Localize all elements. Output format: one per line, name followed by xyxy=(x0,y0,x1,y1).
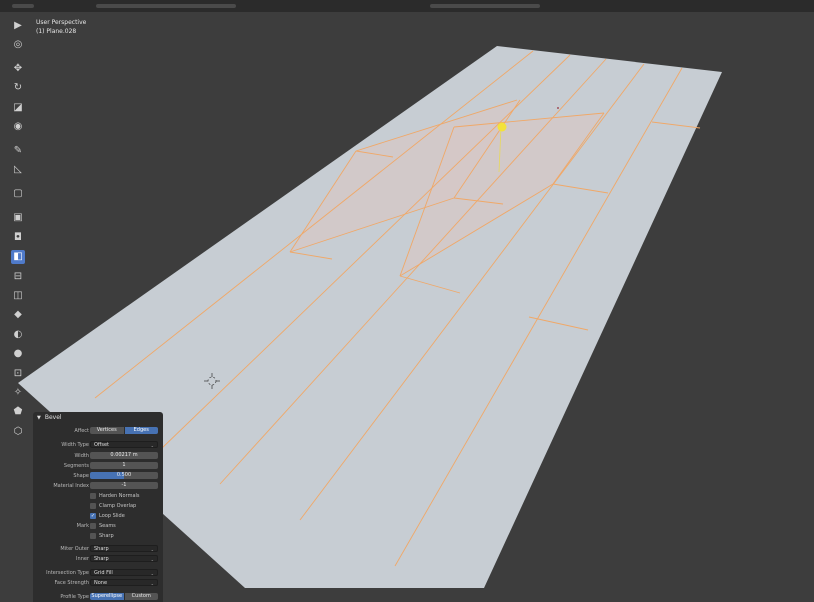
mark-sharp-checkbox[interactable]: Sharp xyxy=(90,532,114,539)
edge-slide-icon[interactable]: ⊡ xyxy=(11,366,25,380)
material-index-label: Material Index xyxy=(53,483,89,489)
chevron-down-icon: ⌄ xyxy=(150,571,154,576)
width-field[interactable]: 0.00217 m xyxy=(90,452,158,459)
width-label: Width xyxy=(74,453,89,459)
select-box-icon[interactable]: ▶ xyxy=(11,18,25,32)
width-type-dropdown[interactable]: Offset ⌄ xyxy=(90,441,158,448)
view-perspective-label: User Perspective xyxy=(36,19,87,26)
face-strength-label: Face Strength xyxy=(54,580,89,586)
panel-title: Bevel xyxy=(44,414,62,421)
origin-dot xyxy=(557,107,559,109)
tool-shelf: ▶ ◎ ✥ ↻ ◪ ◉ ✎ ◺ ▢ ▣ ◘ ◧ ⊟ ◫ ◆ ◐ ● ⊡ ✧ ⬟ … xyxy=(9,18,27,444)
loop-slide-checkbox[interactable]: ✓ Loop Slide xyxy=(90,512,125,519)
material-index-field[interactable]: -1 xyxy=(90,482,158,489)
rotate-icon[interactable]: ↻ xyxy=(11,81,25,95)
chevron-down-icon: ⌄ xyxy=(150,547,154,552)
extrude-region-icon[interactable]: ▣ xyxy=(11,211,25,225)
shrink-fatten-icon[interactable]: ✧ xyxy=(11,385,25,399)
chevron-down-icon: ⌄ xyxy=(150,581,154,586)
mark-seams-checkbox[interactable]: Seams xyxy=(90,522,116,529)
add-cube-icon[interactable]: ▢ xyxy=(11,187,25,201)
transform-icon[interactable]: ◉ xyxy=(11,120,25,134)
clamp-overlap-checkbox[interactable]: Clamp Overlap xyxy=(90,502,136,509)
panel-header[interactable]: ▼ Bevel xyxy=(33,412,163,423)
inset-faces-icon[interactable]: ◘ xyxy=(11,230,25,244)
harden-normals-checkbox[interactable]: Harden Normals xyxy=(90,492,140,499)
cursor-icon[interactable]: ◎ xyxy=(11,37,25,51)
chevron-down-icon: ⌄ xyxy=(150,443,154,448)
shape-label: Shape xyxy=(73,473,89,479)
poly-build-icon[interactable]: ◆ xyxy=(11,308,25,322)
inner-miter-dropdown[interactable]: Sharp ⌄ xyxy=(90,555,158,562)
width-type-label: Width Type xyxy=(61,442,89,448)
miter-outer-dropdown[interactable]: Sharp ⌄ xyxy=(90,545,158,552)
intersection-type-label: Intersection Type xyxy=(46,570,89,576)
collapse-chevron-icon[interactable]: ▼ xyxy=(37,415,41,421)
affect-label: Affect xyxy=(74,428,89,434)
inner-label: Inner xyxy=(76,556,89,562)
mark-label: Mark xyxy=(76,523,89,529)
shape-slider[interactable]: 0.500 xyxy=(90,472,158,479)
profile-type-label: Profile Type xyxy=(60,594,89,600)
profile-superellipse-button[interactable]: Superellipse xyxy=(90,593,124,600)
profile-type-toggle[interactable]: Superellipse Custom xyxy=(90,593,158,600)
affect-toggle[interactable]: Vertices Edges xyxy=(90,427,158,434)
bevel-operator-panel[interactable]: ▼ Bevel Affect Vertices Edges Width Type… xyxy=(33,412,163,602)
affect-vertices-button[interactable]: Vertices xyxy=(90,427,124,434)
active-object-label: (1) Plane.028 xyxy=(36,28,77,35)
profile-custom-button[interactable]: Custom xyxy=(124,593,158,600)
move-icon[interactable]: ✥ xyxy=(11,61,25,75)
intersection-type-dropdown[interactable]: Grid Fill ⌄ xyxy=(90,569,158,576)
annotate-icon[interactable]: ✎ xyxy=(11,144,25,158)
segments-field[interactable]: 1 xyxy=(90,462,158,469)
face-strength-dropdown[interactable]: None ⌄ xyxy=(90,579,158,586)
chevron-down-icon: ⌄ xyxy=(150,557,154,562)
light-gizmo[interactable] xyxy=(497,122,507,132)
affect-edges-button[interactable]: Edges xyxy=(124,427,158,434)
checkmark-icon: ✓ xyxy=(90,512,96,519)
rip-region-icon[interactable]: ⬡ xyxy=(11,424,25,438)
measure-icon[interactable]: ◺ xyxy=(11,163,25,177)
shear-icon[interactable]: ⬟ xyxy=(11,405,25,419)
knife-icon[interactable]: ◫ xyxy=(11,289,25,303)
spin-icon[interactable]: ◐ xyxy=(11,327,25,341)
scale-icon[interactable]: ◪ xyxy=(11,100,25,114)
viewport-info: User Perspective (1) Plane.028 xyxy=(36,18,86,36)
loop-cut-icon[interactable]: ⊟ xyxy=(11,269,25,283)
bevel-icon[interactable]: ◧ xyxy=(11,249,25,264)
segments-label: Segments xyxy=(63,463,89,469)
miter-outer-label: Miter Outer xyxy=(60,546,89,552)
smooth-icon[interactable]: ● xyxy=(11,347,25,361)
